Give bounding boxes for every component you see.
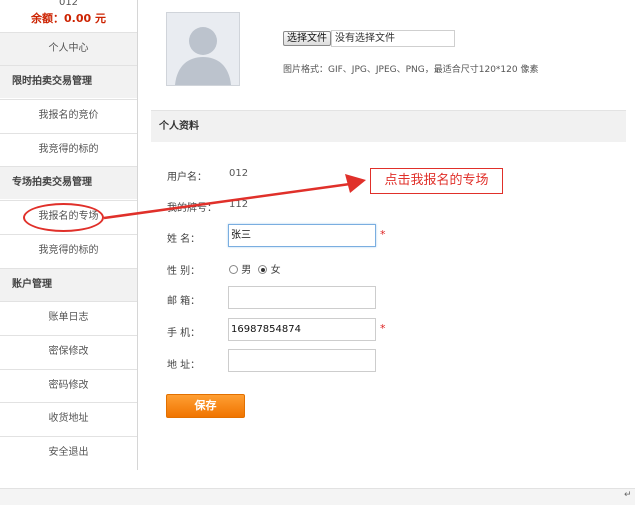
gender-label: 性 别： <box>167 266 201 277</box>
sidebar-section-timed-auction: 限时拍卖交易管理 <box>0 65 137 98</box>
sidebar-item-personal-center[interactable]: 个人中心 <box>0 32 137 65</box>
highlight-ellipse <box>23 203 104 232</box>
sidebar-item-my-won-items[interactable]: 我竞得的标的 <box>0 133 137 166</box>
sidebar-item-label: 我报名的竞价 <box>38 110 99 121</box>
phone-input[interactable]: 16987854874 <box>228 318 376 341</box>
gender-radio-group: 男 女 <box>229 261 281 276</box>
sidebar-section-label: 专场拍卖交易管理 <box>12 177 92 188</box>
name-label: 姓 名： <box>167 234 201 245</box>
email-label: 邮 箱： <box>167 296 201 307</box>
annotation-callout: 点击我报名的专场 <box>370 168 503 194</box>
save-button[interactable]: 保存 <box>166 394 245 418</box>
sidebar-item-change-password[interactable]: 密码修改 <box>0 369 137 402</box>
choose-file-button[interactable]: 选择文件 <box>283 31 331 46</box>
account-balance: 余额：0.00 元 <box>31 12 106 25</box>
sidebar-item-label: 账单日志 <box>48 312 89 323</box>
sidebar-item-my-registered-bids[interactable]: 我报名的竞价 <box>0 99 137 132</box>
image-format-hint: 图片格式：GIF、JPG、JPEG、PNG，最适合尺寸120*120 像素 <box>283 65 539 75</box>
sidebar-item-label: 个人中心 <box>48 43 89 54</box>
sidebar-item-label: 安全退出 <box>48 447 89 458</box>
profile-section-header: 个人资料 <box>151 110 626 142</box>
sidebar-item-label: 我竞得的标的 <box>38 245 99 256</box>
sidebar-item-label: 密码修改 <box>48 380 89 391</box>
sidebar-item-my-won-lots[interactable]: 我竞得的标的 <box>0 234 137 267</box>
avatar-placeholder <box>166 12 240 86</box>
sidebar-item-label: 密保修改 <box>48 346 89 357</box>
phone-label: 手 机： <box>167 328 201 339</box>
sidebar-section-account: 账户管理 <box>0 268 137 301</box>
sidebar-item-bill-log[interactable]: 账单日志 <box>0 301 137 334</box>
gender-female-radio[interactable] <box>258 265 268 274</box>
address-input[interactable] <box>228 349 376 372</box>
gender-male-label: 男 <box>241 265 252 276</box>
file-status-text: 没有选择文件 <box>331 30 455 47</box>
section-title: 个人资料 <box>159 121 199 132</box>
address-label: 地 址： <box>167 360 201 371</box>
name-input[interactable]: 张三 <box>228 224 376 247</box>
phone-required-mark: * <box>380 322 386 335</box>
sidebar-section-special-auction: 专场拍卖交易管理 <box>0 166 137 199</box>
return-glyph-icon: ↵ <box>624 490 632 500</box>
sidebar-item-label: 我竞得的标的 <box>38 144 99 155</box>
sidebar-section-label: 账户管理 <box>12 279 52 290</box>
bid-number-label: 我的牌号： <box>167 203 217 214</box>
gender-female-label: 女 <box>270 265 281 276</box>
sidebar: 012 余额：0.00 元 个人中心 限时拍卖交易管理 我报名的竞价 我竞得的标… <box>0 0 138 470</box>
user-number: 012 <box>58 0 79 8</box>
username-value: 012 <box>229 168 249 179</box>
bid-number-value: 112 <box>229 199 249 210</box>
username-label: 用户名： <box>167 172 207 183</box>
sidebar-item-label: 收货地址 <box>48 413 89 424</box>
gender-male-radio[interactable] <box>229 265 238 274</box>
sidebar-item-shipping-address[interactable]: 收货地址 <box>0 402 137 435</box>
email-input[interactable] <box>228 286 376 309</box>
sidebar-item-security-question[interactable]: 密保修改 <box>0 335 137 368</box>
sidebar-section-label: 限时拍卖交易管理 <box>12 76 92 87</box>
name-required-mark: * <box>380 228 386 241</box>
arrow-head <box>345 174 366 193</box>
arrow-line <box>103 182 351 220</box>
sidebar-item-logout[interactable]: 安全退出 <box>0 436 137 469</box>
footer-strip <box>0 488 635 505</box>
default-user-icon <box>167 13 239 85</box>
